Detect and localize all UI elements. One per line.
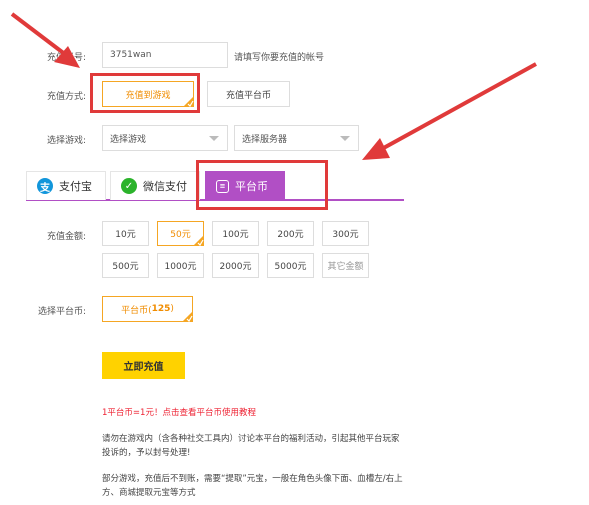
platform-coin-count: 125 — [151, 304, 171, 314]
amount-label: 充值金额: — [46, 232, 86, 242]
highlight-box-method — [90, 73, 200, 113]
amount-option[interactable]: 200元 — [267, 221, 314, 246]
account-label: 充值账号: — [46, 53, 86, 63]
amount-option[interactable]: 100元 — [212, 221, 259, 246]
account-value: 3751wan — [110, 50, 152, 60]
highlight-box-coin-tab — [196, 160, 328, 210]
method-option-coin[interactable]: 充值平台币 — [207, 81, 290, 107]
platform-coin-label: 选择平台币: — [37, 307, 86, 317]
arrow-to-coin-tab — [362, 62, 537, 160]
method-label: 充值方式: — [46, 92, 86, 102]
account-input[interactable]: 3751wan — [102, 42, 228, 68]
tab-wechat[interactable]: ✓ 微信支付 — [110, 171, 200, 200]
game-select[interactable]: 选择游戏 — [102, 125, 228, 151]
check-corner-icon — [193, 235, 204, 246]
account-hint: 请填写你要充值的帐号 — [234, 53, 325, 63]
warning-note: 请勿在游戏内（含各种社交工具内）讨论本平台的福利活动，引起其他平台玩家投诉的，予… — [102, 434, 400, 458]
chevron-down-icon — [209, 136, 219, 141]
amount-option[interactable]: 50元 — [157, 221, 204, 246]
check-corner-icon — [182, 311, 193, 322]
amount-option[interactable]: 300元 — [322, 221, 369, 246]
wechat-icon: ✓ — [121, 178, 137, 194]
recharge-page: 充值账号: 3751wan 请填写你要充值的帐号 充值方式: 充值到游戏 充值平… — [0, 0, 589, 505]
alipay-icon: 支 — [37, 178, 53, 194]
tab-alipay[interactable]: 支 支付宝 — [26, 171, 106, 200]
server-select[interactable]: 选择服务器 — [234, 125, 359, 151]
amount-option[interactable]: 5000元 — [267, 253, 314, 278]
tip-note: 部分游戏，充值后不到账，需要“提取”元宝，一般在角色头像下面、血槽左/右上方、商… — [102, 474, 403, 498]
chevron-down-icon — [340, 136, 350, 141]
platform-coin-option[interactable]: 平台币(125) — [102, 296, 193, 322]
amount-option[interactable]: 500元 — [102, 253, 149, 278]
submit-button[interactable]: 立即充值 — [102, 352, 185, 379]
amount-option[interactable]: 1000元 — [157, 253, 204, 278]
amount-option[interactable]: 2000元 — [212, 253, 259, 278]
amount-option[interactable]: 其它金额 — [322, 253, 369, 278]
amount-option[interactable]: 10元 — [102, 221, 149, 246]
game-label: 选择游戏: — [46, 136, 86, 146]
coin-rate-link[interactable]: 1平台币=1元！点击查看平台币使用教程 — [102, 406, 407, 420]
